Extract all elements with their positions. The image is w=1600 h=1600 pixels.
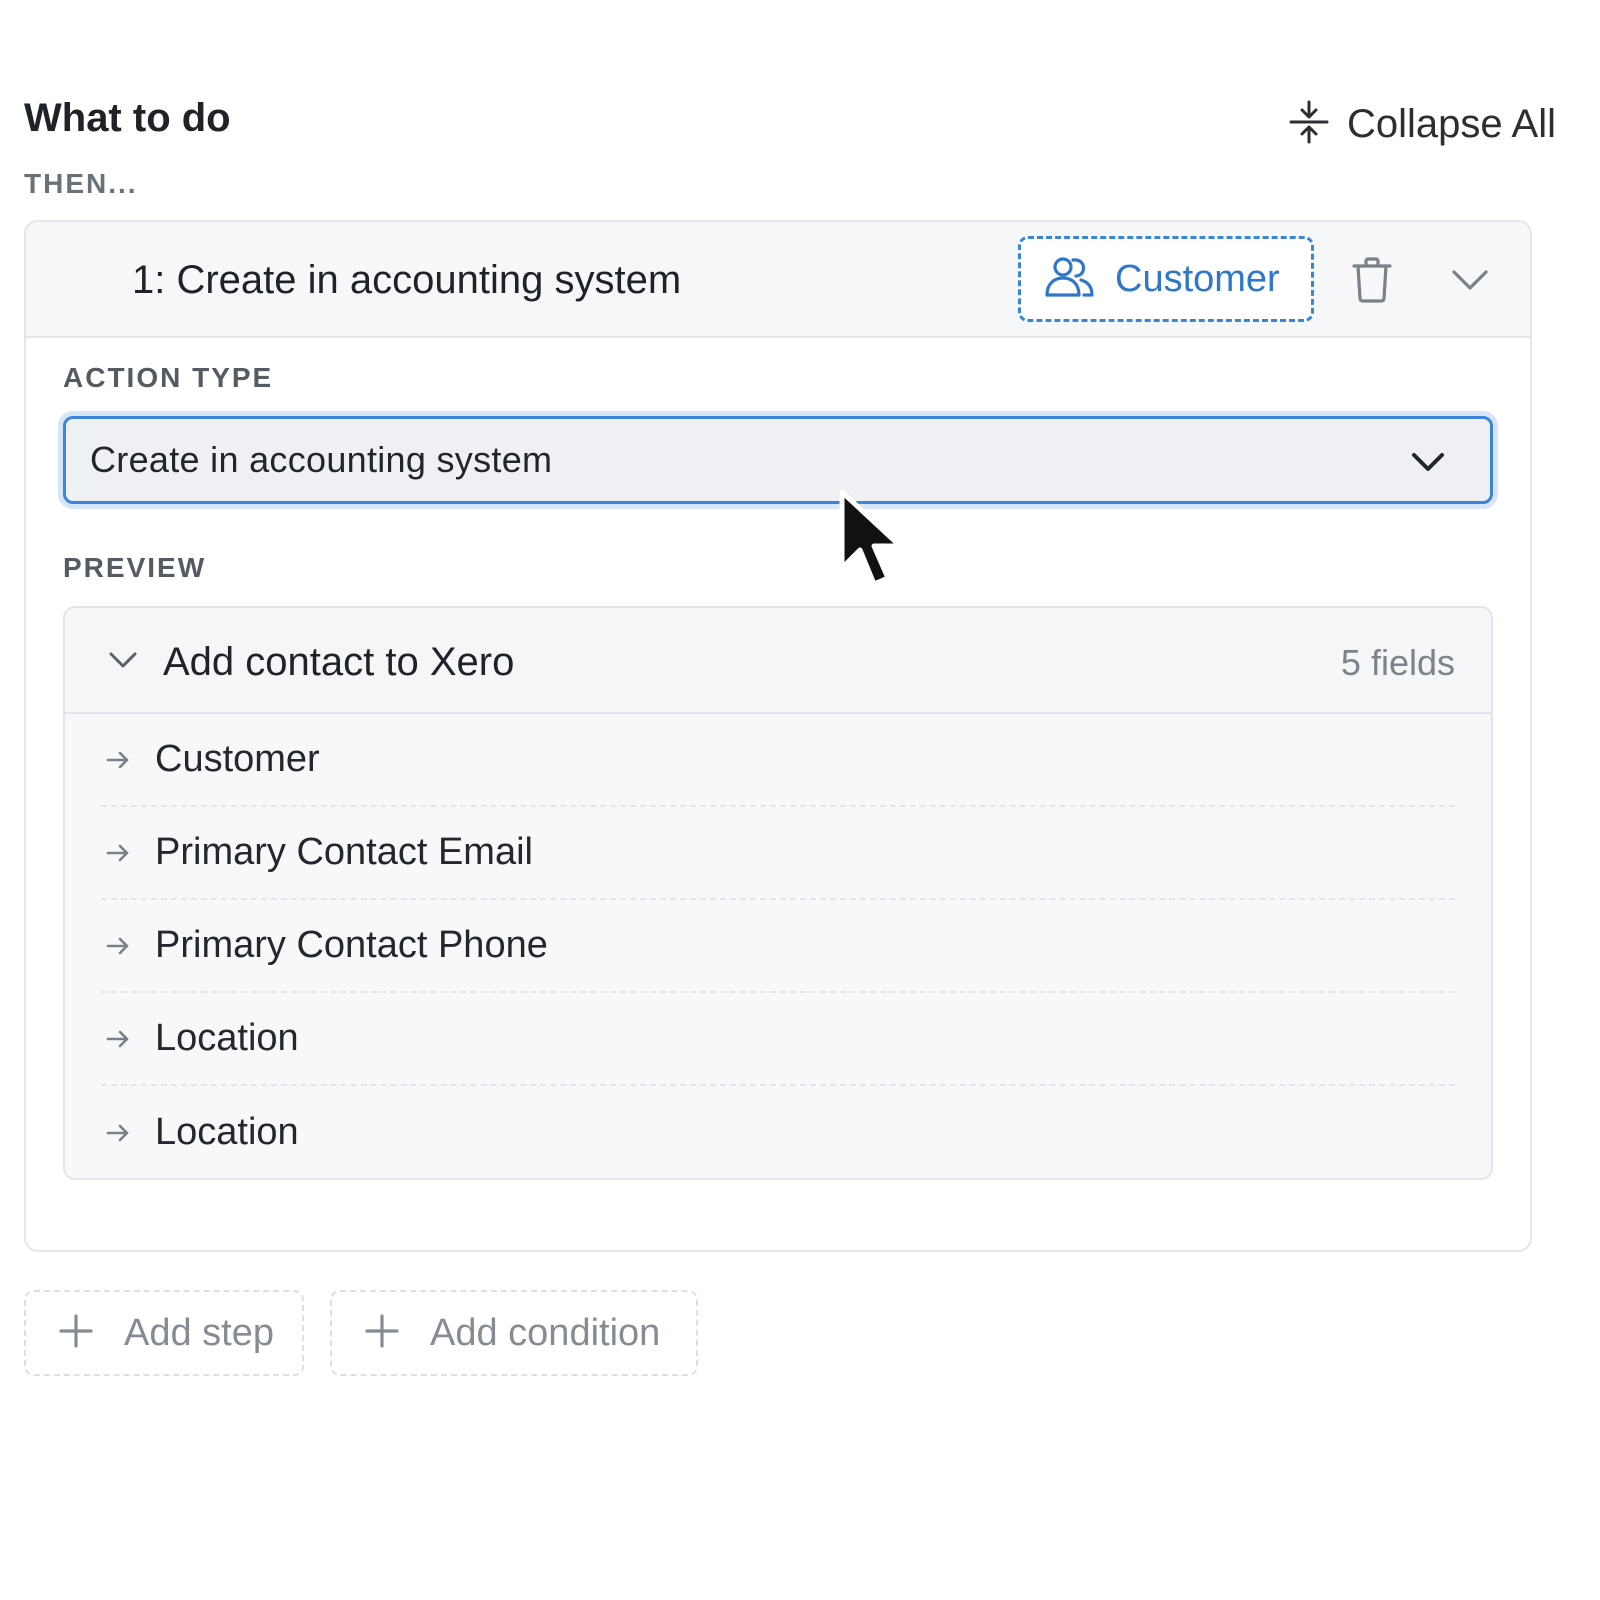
field-label: Location xyxy=(155,1017,299,1059)
add-step-label: Add step xyxy=(124,1311,274,1354)
collapse-all-label: Collapse All xyxy=(1346,102,1556,146)
action-type-value: Create in accounting system xyxy=(90,439,553,480)
preview-header[interactable]: Add contact to Xero 5 fields xyxy=(65,608,1491,714)
add-step-button[interactable]: Add step xyxy=(24,1290,304,1376)
trash-icon xyxy=(1350,257,1394,308)
entity-chip[interactable]: Customer xyxy=(1018,236,1314,322)
action-type-label: ACTION TYPE xyxy=(63,362,274,393)
field-label: Location xyxy=(155,1111,299,1153)
section-title: What to do xyxy=(24,96,231,140)
field-item: Primary Contact Phone xyxy=(101,900,1455,993)
arrow-right-icon xyxy=(101,935,155,957)
field-list: Customer Primary Contact Email Primary C… xyxy=(101,714,1455,1178)
plus-icon xyxy=(364,1313,400,1354)
field-label: Customer xyxy=(155,738,320,780)
field-item: Customer xyxy=(101,714,1455,807)
field-item: Location xyxy=(101,993,1455,1086)
preview-title: Add contact to Xero xyxy=(163,640,515,684)
field-label: Primary Contact Email xyxy=(155,831,533,873)
field-item: Location xyxy=(101,1086,1455,1178)
add-condition-label: Add condition xyxy=(430,1311,661,1354)
then-label: THEN... xyxy=(24,168,138,199)
field-item: Primary Contact Email xyxy=(101,807,1455,900)
delete-step-button[interactable] xyxy=(1350,256,1394,304)
preview-panel: Add contact to Xero 5 fields Customer Pr… xyxy=(63,606,1493,1180)
chevron-down-icon xyxy=(1410,447,1446,482)
collapse-icon xyxy=(1289,100,1329,149)
chevron-down-icon xyxy=(1448,270,1492,302)
mouse-cursor xyxy=(836,488,908,597)
users-icon xyxy=(1043,255,1095,304)
field-count: 5 fields xyxy=(1340,642,1455,683)
step-card: 1: Create in accounting system Customer xyxy=(24,220,1532,1252)
step-title: 1: Create in accounting system xyxy=(132,258,682,302)
add-condition-button[interactable]: Add condition xyxy=(330,1290,698,1376)
plus-icon xyxy=(58,1313,94,1354)
chevron-down-icon xyxy=(107,650,139,677)
preview-label: PREVIEW xyxy=(63,552,207,583)
expand-step-button[interactable] xyxy=(1448,262,1492,298)
arrow-right-icon xyxy=(101,842,155,864)
field-label: Primary Contact Phone xyxy=(155,924,548,966)
arrow-right-icon xyxy=(101,1028,155,1050)
arrow-right-icon xyxy=(101,749,155,771)
step-header[interactable]: 1: Create in accounting system Customer xyxy=(26,222,1530,338)
arrow-right-icon xyxy=(101,1122,155,1144)
action-type-select[interactable]: Create in accounting system xyxy=(63,416,1493,504)
entity-chip-label: Customer xyxy=(1115,257,1280,300)
collapse-all-button[interactable]: Collapse All xyxy=(1289,100,1556,149)
